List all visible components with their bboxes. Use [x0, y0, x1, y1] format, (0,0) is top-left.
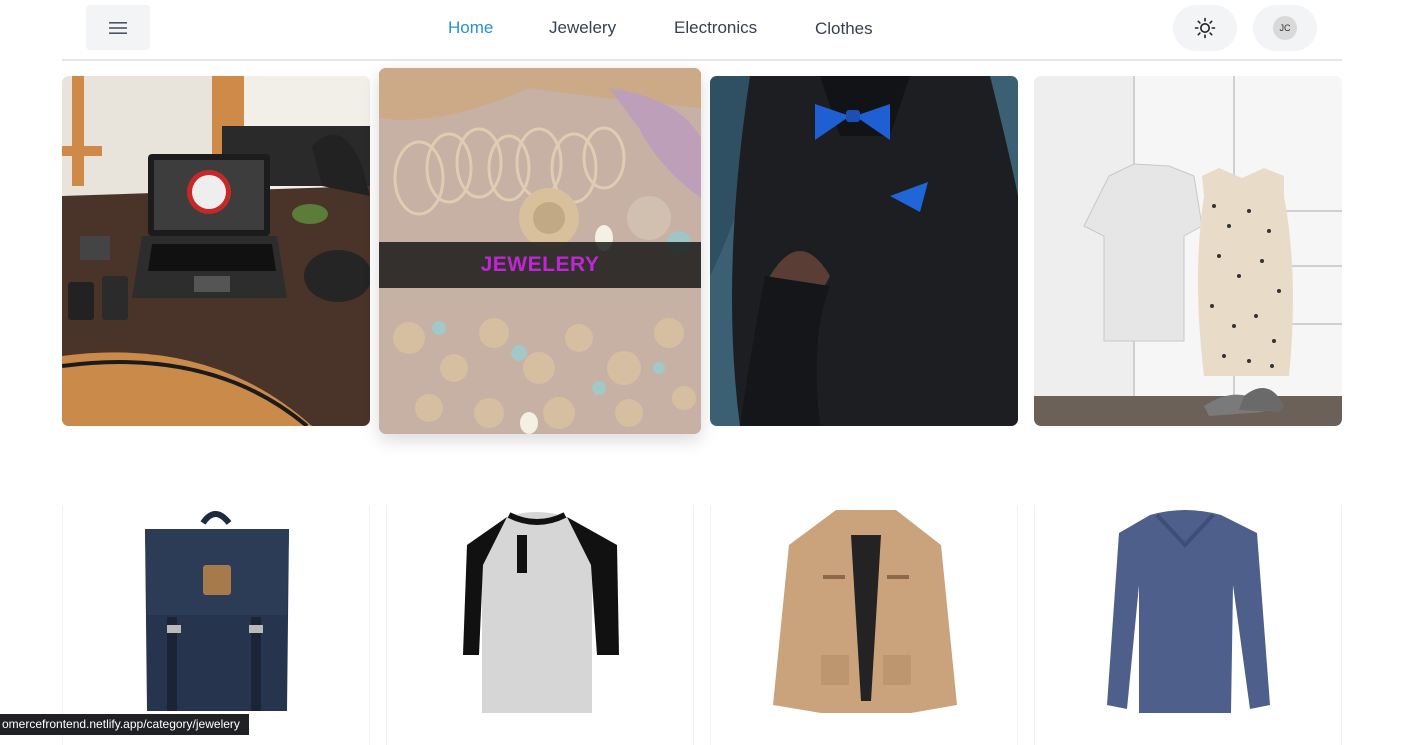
category-card-mens-clothing[interactable]	[710, 76, 1018, 426]
category-card-womens-clothing[interactable]	[1034, 76, 1342, 426]
browser-status-url: omercefrontend.netlify.app/category/jewe…	[0, 714, 249, 735]
top-navbar: Home Jewelery Electronics Clothes JC	[62, 0, 1342, 61]
henley-shirt-image	[463, 512, 619, 713]
blue-long-sleeve-tee-image	[1107, 510, 1270, 713]
user-menu-button[interactable]: JC	[1253, 5, 1317, 51]
category-label-jewelery: JEWELERY	[379, 242, 701, 288]
category-card-jewelery[interactable]: JEWELERY	[379, 68, 701, 434]
menu-button[interactable]	[86, 5, 150, 50]
nav-clothes[interactable]: Clothes	[815, 19, 873, 39]
nav-jewelery[interactable]: Jewelery	[549, 18, 616, 38]
theme-toggle-button[interactable]	[1173, 5, 1237, 51]
mens-clothing-image	[710, 76, 1018, 426]
backpack-image	[145, 511, 289, 711]
product-card-backpack[interactable]	[62, 505, 370, 745]
sun-icon	[1194, 17, 1216, 39]
category-card-electronics[interactable]	[62, 76, 370, 426]
product-card-blue-tee[interactable]	[1034, 505, 1342, 745]
product-card-henley-shirt[interactable]	[386, 505, 694, 745]
electronics-desk-image	[62, 76, 370, 426]
womens-clothing-image	[1034, 76, 1342, 426]
nav-home[interactable]: Home	[448, 18, 493, 38]
nav-electronics[interactable]: Electronics	[674, 18, 757, 38]
khaki-jacket-image	[773, 510, 957, 713]
avatar: JC	[1273, 16, 1297, 40]
menu-icon	[109, 21, 127, 34]
product-card-khaki-jacket[interactable]	[710, 505, 1018, 745]
